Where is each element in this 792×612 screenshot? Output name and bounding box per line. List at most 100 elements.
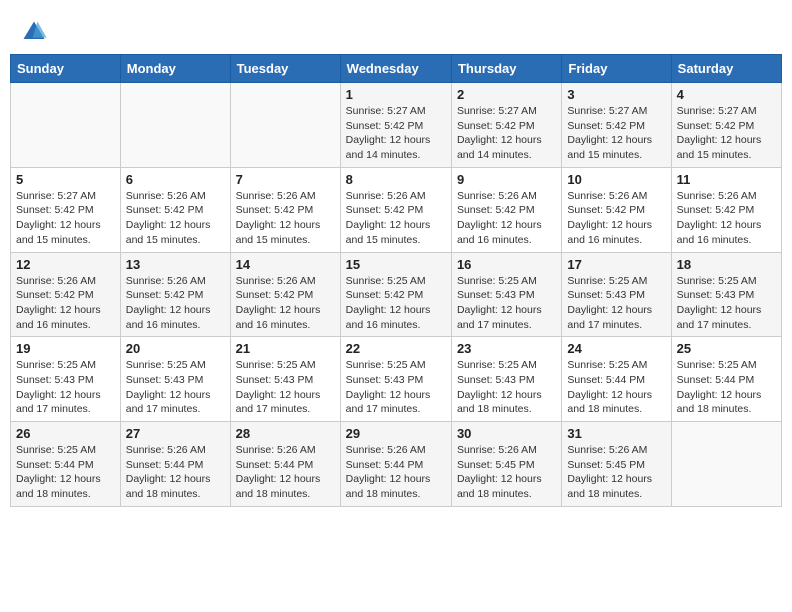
day-number: 30	[457, 426, 556, 441]
day-number: 14	[236, 257, 335, 272]
day-info: Sunrise: 5:27 AM Sunset: 5:42 PM Dayligh…	[567, 104, 665, 163]
calendar-cell	[671, 422, 781, 507]
calendar-cell: 20Sunrise: 5:25 AM Sunset: 5:43 PM Dayli…	[120, 337, 230, 422]
day-info: Sunrise: 5:26 AM Sunset: 5:42 PM Dayligh…	[346, 189, 446, 248]
calendar-cell: 25 Sunrise: 5:25 AM Sunset: 5:44 PM Dayli…	[671, 337, 781, 422]
day-number: 6	[126, 172, 225, 187]
day-info: Sunrise: 5:26 AM Sunset: 5:44 PM Dayligh…	[126, 443, 225, 502]
weekday-header: Tuesday	[230, 55, 340, 83]
day-info: Sunrise: 5:26 AM Sunset: 5:42 PM Dayligh…	[126, 274, 225, 333]
day-number: 23	[457, 341, 556, 356]
calendar-cell: 1Sunrise: 5:27 AM Sunset: 5:42 PM Daylig…	[340, 83, 451, 168]
day-number: 10	[567, 172, 665, 187]
calendar-table: SundayMondayTuesdayWednesdayThursdayFrid…	[10, 54, 782, 507]
day-info: Sunrise: 5:25 AM Sunset: 5:43 PM Dayligh…	[677, 274, 776, 333]
day-info: Sunrise: 5:25 AM Sunset: 5:43 PM Dayligh…	[126, 358, 225, 417]
day-info: Sunrise: 5:26 AM Sunset: 5:45 PM Dayligh…	[567, 443, 665, 502]
day-number: 26	[16, 426, 115, 441]
day-info: Sunrise: 5:26 AM Sunset: 5:45 PM Dayligh…	[457, 443, 556, 502]
weekday-header: Thursday	[451, 55, 561, 83]
calendar-cell: 2Sunrise: 5:27 AM Sunset: 5:42 PM Daylig…	[451, 83, 561, 168]
page-header	[10, 10, 782, 50]
calendar-cell: 29 Sunrise: 5:26 AM Sunset: 5:44 PM Dayli…	[340, 422, 451, 507]
weekday-header: Saturday	[671, 55, 781, 83]
calendar-cell: 5 Sunrise: 5:27 AM Sunset: 5:42 PM Daylig…	[11, 167, 121, 252]
calendar-week-row: 26Sunrise: 5:25 AM Sunset: 5:44 PM Dayli…	[11, 422, 782, 507]
day-number: 1	[346, 87, 446, 102]
calendar-cell: 31 Sunrise: 5:26 AM Sunset: 5:45 PM Dayli…	[562, 422, 671, 507]
day-number: 24	[567, 341, 665, 356]
day-info: Sunrise: 5:25 AM Sunset: 5:43 PM Dayligh…	[457, 274, 556, 333]
calendar-cell: 17 Sunrise: 5:25 AM Sunset: 5:43 PM Dayli…	[562, 252, 671, 337]
calendar-cell: 27 Sunrise: 5:26 AM Sunset: 5:44 PM Dayli…	[120, 422, 230, 507]
weekday-header: Wednesday	[340, 55, 451, 83]
calendar-cell: 22 Sunrise: 5:25 AM Sunset: 5:43 PM Dayli…	[340, 337, 451, 422]
day-number: 27	[126, 426, 225, 441]
day-number: 7	[236, 172, 335, 187]
day-number: 2	[457, 87, 556, 102]
calendar-cell: 13 Sunrise: 5:26 AM Sunset: 5:42 PM Dayli…	[120, 252, 230, 337]
weekday-header-row: SundayMondayTuesdayWednesdayThursdayFrid…	[11, 55, 782, 83]
day-number: 17	[567, 257, 665, 272]
calendar-cell: 12 Sunrise: 5:26 AM Sunset: 5:42 PM Dayli…	[11, 252, 121, 337]
calendar-cell: 28Sunrise: 5:26 AM Sunset: 5:44 PM Dayli…	[230, 422, 340, 507]
day-number: 9	[457, 172, 556, 187]
calendar-cell: 10 Sunrise: 5:26 AM Sunset: 5:42 PM Dayli…	[562, 167, 671, 252]
calendar-cell	[230, 83, 340, 168]
day-number: 21	[236, 341, 335, 356]
logo	[20, 18, 52, 46]
day-number: 19	[16, 341, 115, 356]
calendar-cell: 30 Sunrise: 5:26 AM Sunset: 5:45 PM Dayli…	[451, 422, 561, 507]
day-info: Sunrise: 5:26 AM Sunset: 5:42 PM Dayligh…	[236, 189, 335, 248]
day-info: Sunrise: 5:25 AM Sunset: 5:43 PM Dayligh…	[567, 274, 665, 333]
day-info: Sunrise: 5:26 AM Sunset: 5:44 PM Dayligh…	[346, 443, 446, 502]
day-info: Sunrise: 5:25 AM Sunset: 5:44 PM Dayligh…	[567, 358, 665, 417]
calendar-cell: 11 Sunrise: 5:26 AM Sunset: 5:42 PM Dayli…	[671, 167, 781, 252]
logo-icon	[20, 18, 48, 46]
calendar-cell	[11, 83, 121, 168]
day-info: Sunrise: 5:25 AM Sunset: 5:43 PM Dayligh…	[457, 358, 556, 417]
day-info: Sunrise: 5:25 AM Sunset: 5:44 PM Dayligh…	[677, 358, 776, 417]
day-number: 22	[346, 341, 446, 356]
day-info: Sunrise: 5:26 AM Sunset: 5:42 PM Dayligh…	[567, 189, 665, 248]
day-number: 4	[677, 87, 776, 102]
calendar-header: SundayMondayTuesdayWednesdayThursdayFrid…	[11, 55, 782, 83]
calendar-cell: 8 Sunrise: 5:26 AM Sunset: 5:42 PM Daylig…	[340, 167, 451, 252]
day-number: 31	[567, 426, 665, 441]
day-info: Sunrise: 5:27 AM Sunset: 5:42 PM Dayligh…	[16, 189, 115, 248]
day-number: 25	[677, 341, 776, 356]
day-number: 15	[346, 257, 446, 272]
day-number: 8	[346, 172, 446, 187]
day-info: Sunrise: 5:26 AM Sunset: 5:42 PM Dayligh…	[126, 189, 225, 248]
calendar-cell: 14Sunrise: 5:26 AM Sunset: 5:42 PM Dayli…	[230, 252, 340, 337]
day-number: 29	[346, 426, 446, 441]
calendar-week-row: 1 Sunrise: 5:27 AM Sunset: 5:42 PM Daylig…	[11, 83, 782, 168]
day-info: Sunrise: 5:26 AM Sunset: 5:42 PM Dayligh…	[457, 189, 556, 248]
calendar-cell	[120, 83, 230, 168]
day-info: Sunrise: 5:25 AM Sunset: 5:42 PM Dayligh…	[346, 274, 446, 333]
calendar-cell: 4 Sunrise: 5:27 AM Sunset: 5:42 PM Daylig…	[671, 83, 781, 168]
day-number: 5	[16, 172, 115, 187]
day-info: Sunrise: 5:26 AM Sunset: 5:44 PM Dayligh…	[236, 443, 335, 502]
day-number: 12	[16, 257, 115, 272]
day-number: 13	[126, 257, 225, 272]
day-number: 11	[677, 172, 776, 187]
day-number: 16	[457, 257, 556, 272]
calendar-body: 1 Sunrise: 5:27 AM Sunset: 5:42 PM Daylig…	[11, 83, 782, 507]
day-info: Sunrise: 5:25 AM Sunset: 5:43 PM Dayligh…	[346, 358, 446, 417]
weekday-header: Monday	[120, 55, 230, 83]
day-info: Sunrise: 5:26 AM Sunset: 5:42 PM Dayligh…	[677, 189, 776, 248]
calendar-week-row: 5 Sunrise: 5:27 AM Sunset: 5:42 PM Daylig…	[11, 167, 782, 252]
day-info: Sunrise: 5:25 AM Sunset: 5:43 PM Dayligh…	[16, 358, 115, 417]
calendar-cell: 9 Sunrise: 5:26 AM Sunset: 5:42 PM Daylig…	[451, 167, 561, 252]
calendar-cell: 26Sunrise: 5:25 AM Sunset: 5:44 PM Dayli…	[11, 422, 121, 507]
calendar-cell: 3Sunrise: 5:27 AM Sunset: 5:42 PM Daylig…	[562, 83, 671, 168]
calendar-cell: 19 Sunrise: 5:25 AM Sunset: 5:43 PM Dayli…	[11, 337, 121, 422]
day-info: Sunrise: 5:26 AM Sunset: 5:42 PM Dayligh…	[16, 274, 115, 333]
calendar-week-row: 12 Sunrise: 5:26 AM Sunset: 5:42 PM Dayli…	[11, 252, 782, 337]
calendar-cell: 23 Sunrise: 5:25 AM Sunset: 5:43 PM Dayli…	[451, 337, 561, 422]
weekday-header: Friday	[562, 55, 671, 83]
weekday-header: Sunday	[11, 55, 121, 83]
calendar-cell: 24 Sunrise: 5:25 AM Sunset: 5:44 PM Dayli…	[562, 337, 671, 422]
day-info: Sunrise: 5:27 AM Sunset: 5:42 PM Dayligh…	[677, 104, 776, 163]
